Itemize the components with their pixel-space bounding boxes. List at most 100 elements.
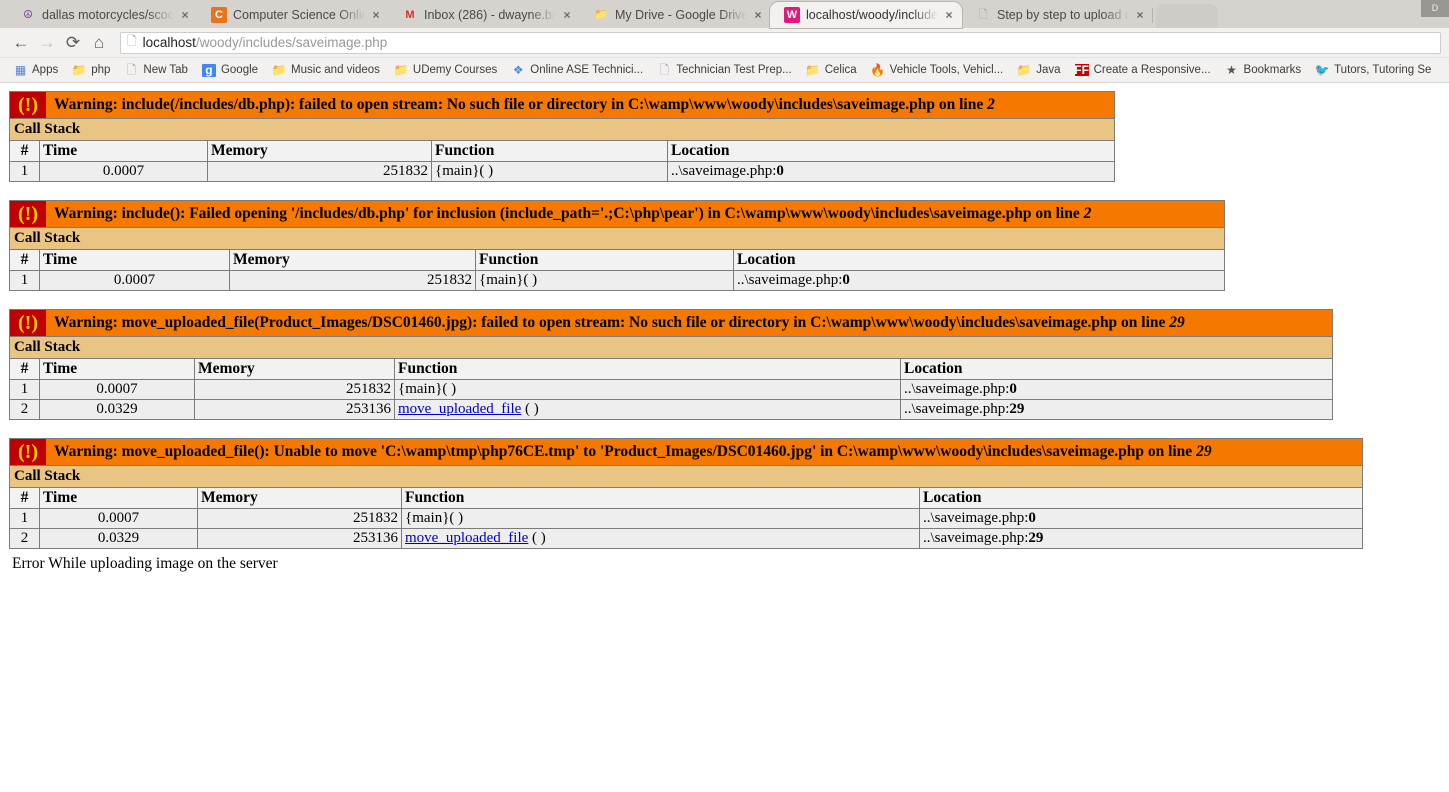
page-icon: 🗋 xyxy=(978,8,988,21)
call-stack-row: Call Stack xyxy=(9,465,1363,488)
address-bar[interactable]: 🗋 localhost/woody/includes/saveimage.php xyxy=(120,31,1441,54)
bookmark-java[interactable]: 📁 Java xyxy=(1010,60,1067,81)
bookmark-tutors-tutoring[interactable]: 🐦 Tutors, Tutoring Se xyxy=(1308,60,1438,81)
location-file: ..\saveimage.php: xyxy=(923,530,1029,546)
cell-memory: 251832 xyxy=(229,270,476,291)
forward-button[interactable]: → xyxy=(34,30,60,56)
table-row: 1 0.0007 251832 {main}( ) ..\saveimage.p… xyxy=(9,161,1115,182)
location-line: 0 xyxy=(1028,510,1036,526)
browser-tab-3[interactable]: 📁 My Drive - Google Drive × xyxy=(579,2,771,28)
bookmark-udemy-courses[interactable]: 📁 UDemy Courses xyxy=(387,60,504,81)
warning-line-number: 29 xyxy=(1169,314,1185,331)
page-info-icon[interactable]: 🗋 xyxy=(127,32,137,53)
cell-memory: 251832 xyxy=(207,161,432,182)
tab-title: dallas motorcycles/scooter xyxy=(42,8,174,22)
call-stack-row: Call Stack xyxy=(9,227,1225,250)
xdebug-error-block-2: (!) Warning: move_uploaded_file(Product_… xyxy=(9,309,1333,420)
bookmark-google[interactable]: g Google xyxy=(195,60,265,81)
close-icon[interactable]: × xyxy=(560,8,574,22)
cell-num: 1 xyxy=(9,508,40,529)
close-icon[interactable]: × xyxy=(178,8,192,22)
cell-time: 0.0007 xyxy=(39,508,198,529)
bookmark-create-a-responsive[interactable]: FF Create a Responsive... xyxy=(1068,60,1218,81)
location-file: ..\saveimage.php: xyxy=(904,381,1010,397)
page-icon: 🗋 xyxy=(659,63,670,77)
bookmark-celica[interactable]: 📁 Celica xyxy=(799,60,864,81)
cell-memory: 251832 xyxy=(197,508,402,529)
bookmark-new-tab[interactable]: 🗋 New Tab xyxy=(117,60,195,81)
bookmark-music-and-videos[interactable]: 📁 Music and videos xyxy=(265,60,387,81)
column-header-location: Location xyxy=(919,487,1363,509)
browser-tab-0[interactable]: ☮ dallas motorcycles/scooter × xyxy=(6,2,198,28)
bookmark-bookmarks[interactable]: ★ Bookmarks xyxy=(1218,60,1309,81)
cell-memory: 253136 xyxy=(194,399,395,420)
cell-memory: 251832 xyxy=(194,379,395,400)
warning-exclamation-icon: (!) xyxy=(10,310,46,336)
cell-time: 0.0007 xyxy=(39,379,195,400)
cell-time: 0.0007 xyxy=(39,161,208,182)
folder-icon: 📁 xyxy=(1016,63,1032,77)
apps-grid-icon: ▦ xyxy=(14,63,26,77)
bookmark-label: Vehicle Tools, Vehicl... xyxy=(889,64,1004,76)
function-link[interactable]: move_uploaded_file xyxy=(398,401,521,417)
browser-tab-4-active[interactable]: W localhost/woody/includes × xyxy=(770,2,962,28)
home-button[interactable]: ⌂ xyxy=(86,30,112,56)
table-row: 2 0.0329 253136 move_uploaded_file ( ) .… xyxy=(9,399,1333,420)
warning-message: Warning: include(): Failed opening '/inc… xyxy=(46,201,1097,227)
bookmark-online-ase[interactable]: ❖ Online ASE Technici... xyxy=(504,60,650,81)
bird-icon: 🐦 xyxy=(1314,63,1330,77)
bookmark-technician-test-prep[interactable]: 🗋 Technician Test Prep... xyxy=(650,60,799,81)
warning-exclamation-icon: (!) xyxy=(10,92,46,118)
close-icon[interactable]: × xyxy=(751,8,765,22)
close-icon[interactable]: × xyxy=(942,8,956,22)
bookmark-vehicle-tools[interactable]: 🔥 Vehicle Tools, Vehicl... xyxy=(864,60,1011,81)
column-header-time: Time xyxy=(39,249,230,271)
bookmark-label: UDemy Courses xyxy=(412,64,498,76)
close-icon[interactable]: × xyxy=(1133,8,1147,22)
warning-line-number: 2 xyxy=(1083,205,1092,222)
browser-tab-1[interactable]: C Computer Science Online × xyxy=(197,2,389,28)
close-icon[interactable]: × xyxy=(369,8,383,22)
table-row: 2 0.0329 253136 move_uploaded_file ( ) .… xyxy=(9,528,1363,549)
browser-tab-5[interactable]: 🗋 Step by step to upload an × xyxy=(961,2,1153,28)
wamp-icon: W xyxy=(784,7,800,23)
browser-chrome: ☮ dallas motorcycles/scooter × C Compute… xyxy=(0,0,1449,83)
call-stack-label: Call Stack xyxy=(9,336,1333,359)
function-link[interactable]: move_uploaded_file xyxy=(405,530,528,546)
browser-tab-2[interactable]: M Inbox (286) - dwayne.bars × xyxy=(388,2,580,28)
warning-message: Warning: include(/includes/db.php): fail… xyxy=(46,92,1001,118)
column-header-location: Location xyxy=(733,249,1225,271)
warning-message: Warning: move_uploaded_file(): Unable to… xyxy=(46,439,1218,465)
bookmark-apps[interactable]: ▦ Apps xyxy=(6,60,65,81)
url-path: /woody/includes/saveimage.php xyxy=(195,35,388,50)
cell-time: 0.0329 xyxy=(39,528,198,549)
window-control-button[interactable]: D xyxy=(1421,0,1449,17)
warning-line-number: 29 xyxy=(1196,443,1212,460)
back-button[interactable]: ← xyxy=(8,30,34,56)
column-header-time: Time xyxy=(39,140,208,162)
warning-message-text: Warning: include(/includes/db.php): fail… xyxy=(54,96,988,113)
browser-toolbar: ← → ⟳ ⌂ 🗋 localhost/woody/includes/savei… xyxy=(0,28,1449,58)
column-header-function: Function xyxy=(401,487,920,509)
call-stack-label: Call Stack xyxy=(9,465,1363,488)
column-header-location: Location xyxy=(667,140,1115,162)
cell-function: {main}( ) xyxy=(475,270,734,291)
page-icon: 🗋 xyxy=(126,63,137,77)
cell-location: ..\saveimage.php:0 xyxy=(733,270,1225,291)
folder-icon: 📁 xyxy=(71,63,87,77)
xdebug-error-block-0: (!) Warning: include(/includes/db.php): … xyxy=(9,91,1115,182)
new-tab-button[interactable] xyxy=(1156,4,1218,28)
function-suffix: ( ) xyxy=(528,530,546,546)
bookmark-label: Java xyxy=(1036,64,1061,76)
bookmark-label: New Tab xyxy=(143,64,188,76)
bookmark-label: Google xyxy=(220,64,259,76)
column-header-memory: Memory xyxy=(194,358,395,380)
bookmark-php[interactable]: 📁 php xyxy=(65,60,117,81)
ff-icon: FF xyxy=(1074,63,1089,77)
tab-title: Inbox (286) - dwayne.bars xyxy=(424,8,556,22)
table-header-row: # Time Memory Function Location xyxy=(9,487,1363,509)
warning-title-row: (!) Warning: move_uploaded_file(): Unabl… xyxy=(9,438,1363,466)
tab-title: Computer Science Online xyxy=(233,8,365,22)
tab-title: My Drive - Google Drive xyxy=(615,8,747,22)
reload-button[interactable]: ⟳ xyxy=(60,30,86,56)
